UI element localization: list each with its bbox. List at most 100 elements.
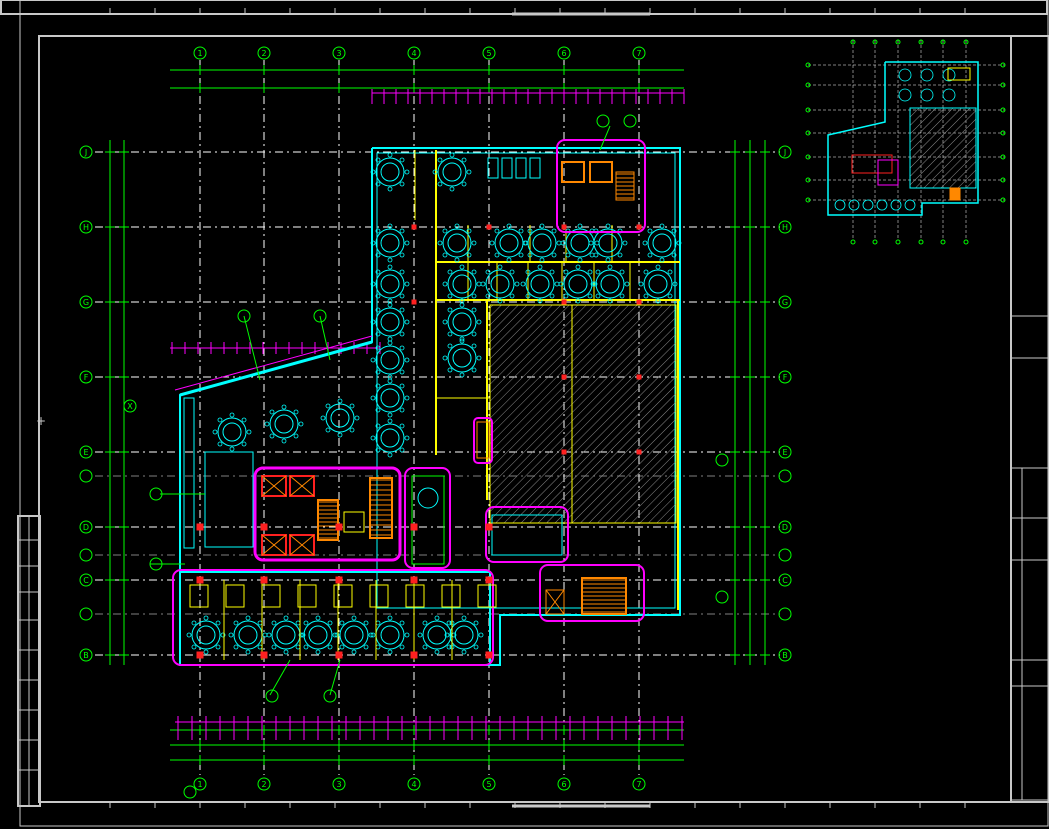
chair	[315, 615, 321, 621]
dining-table-outer	[303, 620, 333, 650]
chair	[587, 269, 593, 275]
chair	[417, 632, 423, 638]
chair	[399, 620, 405, 626]
chair	[399, 644, 405, 650]
chair	[363, 644, 369, 650]
dining-table	[380, 625, 400, 645]
chair	[228, 632, 234, 638]
row-right-G-label: G	[782, 298, 788, 307]
dining-table-outer	[422, 620, 452, 650]
key-bubble	[850, 239, 856, 245]
private-room-highlight	[172, 569, 494, 666]
key-bubble	[940, 239, 946, 245]
chair	[271, 644, 277, 650]
row-right-J-label: J	[783, 148, 786, 157]
dining-table	[442, 162, 462, 182]
chair	[399, 423, 405, 429]
chair	[437, 181, 443, 187]
row-sub-bubble	[778, 469, 792, 483]
chair	[264, 421, 270, 427]
chair	[594, 240, 600, 246]
chair	[461, 615, 467, 621]
chair	[399, 345, 405, 351]
chair	[349, 427, 355, 433]
structural-column	[561, 449, 567, 455]
detail-callout	[715, 453, 729, 467]
structural-column	[335, 523, 343, 531]
chair	[478, 632, 484, 638]
washbasin-unit	[369, 584, 389, 608]
chair	[327, 620, 333, 626]
chair	[494, 252, 500, 258]
dining-table-outer	[375, 620, 405, 650]
chair	[447, 269, 453, 275]
chair	[233, 620, 239, 626]
chair	[325, 427, 331, 433]
chair	[349, 403, 355, 409]
structural-column	[636, 449, 642, 455]
row-right-B-label: B	[782, 651, 788, 660]
washbasin-unit	[189, 584, 209, 608]
dining-table	[222, 422, 242, 442]
chair	[203, 615, 209, 621]
chair	[643, 293, 649, 299]
chair	[667, 269, 673, 275]
chair	[283, 649, 289, 655]
chair	[229, 412, 235, 418]
detail-callout	[183, 785, 197, 799]
column-top-3-label: 3	[336, 49, 341, 58]
chair	[404, 632, 410, 638]
chair	[434, 615, 440, 621]
chair	[399, 369, 405, 375]
chair	[659, 223, 665, 229]
washbasin-unit	[297, 584, 317, 608]
chair	[351, 649, 357, 655]
chair	[497, 264, 503, 270]
structural-column	[335, 651, 343, 659]
chair	[283, 615, 289, 621]
dining-table-outer	[593, 228, 623, 258]
dining-table-outer	[375, 228, 405, 258]
chair	[387, 649, 393, 655]
chair	[399, 157, 405, 163]
dining-table	[274, 414, 294, 434]
dining-table-outer	[442, 228, 472, 258]
row-left-D-label: D	[83, 523, 89, 532]
washbasin-unit	[261, 584, 281, 608]
chair	[514, 281, 520, 287]
column-top-7-label: 7	[636, 49, 641, 58]
chair	[257, 620, 263, 626]
dining-table	[380, 350, 400, 370]
dining-table-outer	[565, 228, 595, 258]
key-bubble	[963, 239, 969, 245]
stair	[369, 477, 393, 539]
row-right-E-label: E	[782, 448, 787, 457]
chair	[549, 269, 555, 275]
chair	[593, 252, 599, 258]
dining-table	[454, 625, 474, 645]
row-right-D-label: D	[782, 523, 788, 532]
center-mark: +	[36, 414, 46, 428]
key-table	[920, 88, 934, 102]
key-table	[898, 88, 912, 102]
chair	[551, 252, 557, 258]
dining-table-outer	[375, 269, 405, 299]
hatched-hall	[489, 304, 677, 524]
dining-table	[380, 388, 400, 408]
dining-table-outer	[437, 157, 467, 187]
row-sub-bubble	[778, 607, 792, 621]
left-column-strip	[183, 397, 195, 549]
chair	[551, 228, 557, 234]
cad-floor-plan: + 1 1 2 2 3 3 4 4 5 5 6 6 7 7 J J H H G G F F E E D D C C B B X	[0, 0, 1049, 827]
chair	[241, 441, 247, 447]
chair	[638, 281, 644, 287]
structural-column	[561, 374, 567, 380]
chair	[370, 435, 376, 441]
chair	[471, 269, 477, 275]
chair	[217, 441, 223, 447]
chair	[315, 649, 321, 655]
structural-column	[196, 651, 204, 659]
row-left-C-label: C	[83, 576, 89, 585]
dining-table-outer	[271, 620, 301, 650]
dining-table-outer	[643, 269, 673, 299]
